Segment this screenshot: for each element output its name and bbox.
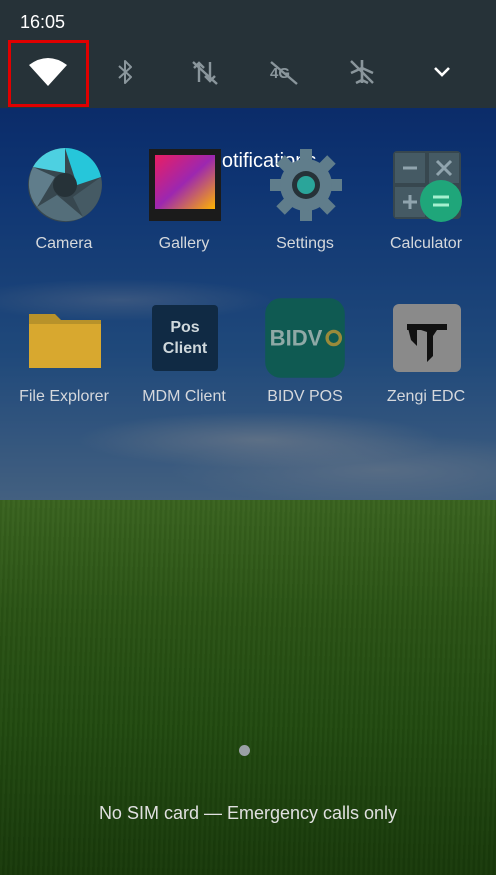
data-off-icon [192,61,218,85]
bidv-icon: BIDV [265,298,345,378]
app-label: BIDV POS [267,388,343,405]
gallery-icon [149,149,221,221]
4g-tile[interactable]: 4G [244,40,324,104]
pos-client-icon: Pos Client [152,305,218,371]
status-clock: 16:05 [20,12,66,32]
app-label: Camera [35,235,93,252]
sim-status-text: No SIM card — Emergency calls only [98,803,398,823]
svg-text:4G: 4G [270,65,290,82]
shade-scrim[interactable] [0,0,496,875]
app-label: Gallery [158,235,210,252]
calculator-icon [393,151,462,222]
app-file-explorer[interactable]: File Explorer [2,300,126,430]
app-zengi-edc[interactable]: Zengi EDC [364,300,488,430]
app-label: MDM Client [142,388,226,405]
quick-settings-panel: 16:05 4G [0,0,496,108]
app-settings[interactable]: Settings [243,147,367,277]
gear-icon [270,149,342,221]
wifi-highlight-box [8,40,89,107]
app-gallery[interactable]: Gallery [122,147,246,277]
app-label: Zengi EDC [386,388,466,405]
app-mdm-client[interactable]: Pos Client MDM Client [122,300,246,430]
app-calculator[interactable]: Calculator [364,147,488,277]
airplane-icon [350,60,374,85]
bluetooth-tile[interactable] [86,40,166,104]
page-indicator-dot[interactable] [239,745,250,756]
expand-tile[interactable] [402,40,482,104]
bluetooth-icon [118,60,132,84]
zengi-icon [393,304,461,372]
app-bidv-pos[interactable]: BIDV BIDV POS [243,298,367,430]
camera-icon [28,148,102,222]
app-label: Calculator [389,235,463,252]
folder-icon [29,314,101,368]
mobile-data-tile[interactable] [165,40,245,104]
app-label: File Explorer [19,388,109,405]
bidv-icon-text: BIDV [270,326,323,351]
pos-client-text-2: Client [163,340,208,357]
app-label: Settings [276,235,334,252]
chevron-down-icon [434,67,450,77]
app-camera[interactable]: Camera [2,147,126,277]
4g-off-icon: 4G [270,61,298,85]
airplane-mode-tile[interactable] [322,40,402,104]
pos-client-text-1: Pos [170,319,199,336]
